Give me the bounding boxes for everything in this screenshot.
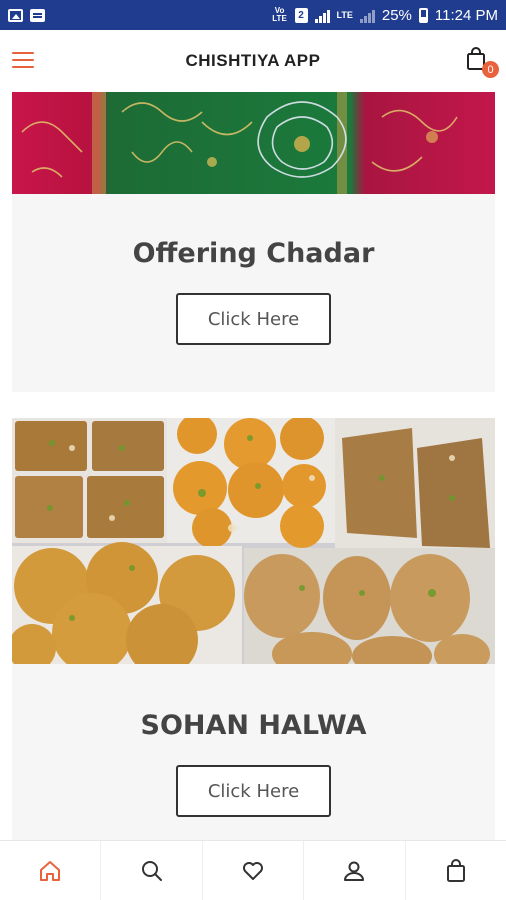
cart-count-badge: 0 bbox=[482, 61, 499, 78]
card-title: Offering Chadar bbox=[132, 238, 375, 269]
app-title: CHISHTIYA APP bbox=[185, 51, 321, 70]
sohan-halwa-image bbox=[12, 418, 495, 664]
battery-percent: 25% bbox=[381, 6, 412, 24]
clock: 11:24 PM bbox=[434, 6, 498, 24]
volte-label: Vo LTE bbox=[272, 6, 287, 23]
nav-cart[interactable] bbox=[406, 841, 506, 900]
gallery-notification-icon bbox=[8, 8, 23, 22]
menu-icon[interactable] bbox=[12, 52, 34, 69]
network-label: LTE bbox=[336, 10, 353, 20]
battery-icon bbox=[418, 7, 428, 23]
nav-account[interactable] bbox=[304, 841, 406, 900]
click-here-button[interactable]: Click Here bbox=[176, 765, 331, 817]
message-notification-icon bbox=[30, 8, 45, 22]
status-right: Vo LTE 2 LTE 25% 11:24 PM bbox=[272, 7, 498, 24]
click-here-button[interactable]: Click Here bbox=[176, 293, 331, 345]
nav-wishlist[interactable] bbox=[203, 841, 305, 900]
bag-icon bbox=[446, 858, 465, 882]
card-title: SOHAN HALWA bbox=[140, 710, 367, 741]
signal-2-icon bbox=[359, 8, 375, 23]
status-left bbox=[8, 8, 45, 22]
search-icon bbox=[141, 860, 162, 881]
product-card-offering-chadar: Offering Chadar Click Here bbox=[12, 92, 495, 392]
bottom-nav bbox=[0, 840, 506, 900]
user-icon bbox=[344, 861, 365, 881]
signal-icon bbox=[314, 8, 330, 23]
sim-number: 2 bbox=[294, 7, 308, 23]
chadar-image bbox=[12, 92, 495, 194]
nav-home[interactable] bbox=[0, 841, 102, 900]
content: Offering Chadar Click Here SOHAN HALWA C… bbox=[0, 92, 506, 840]
heart-icon bbox=[243, 861, 264, 880]
status-bar: Vo LTE 2 LTE 25% 11:24 PM bbox=[0, 0, 506, 30]
product-card-sohan-halwa: SOHAN HALWA Click Here bbox=[12, 418, 495, 840]
app-header: CHISHTIYA APP 0 bbox=[0, 30, 506, 92]
home-icon bbox=[40, 860, 61, 881]
cart-button[interactable]: 0 bbox=[466, 47, 499, 78]
nav-search[interactable] bbox=[101, 841, 203, 900]
